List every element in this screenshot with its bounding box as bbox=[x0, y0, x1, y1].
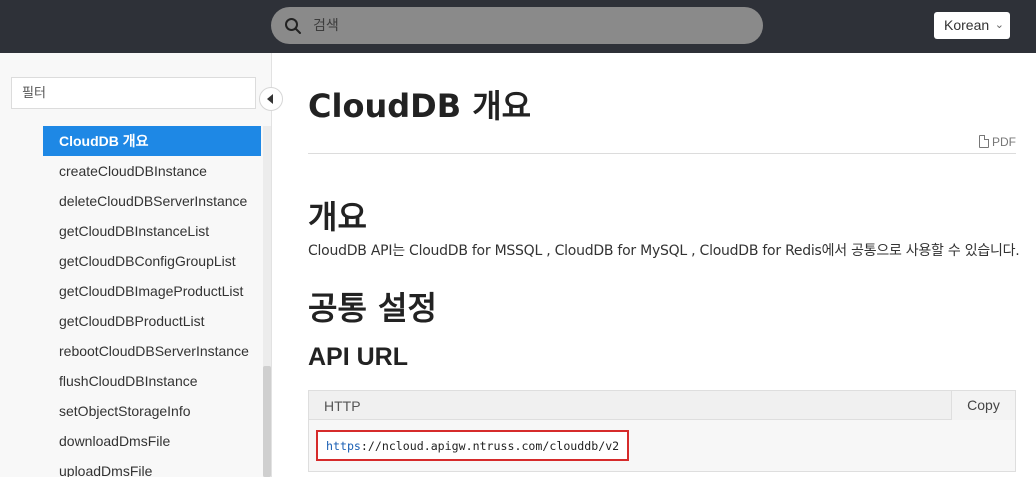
sidebar-item-get-clouddb-instance-list[interactable]: getCloudDBInstanceList bbox=[43, 216, 261, 246]
sidebar-collapse-button[interactable] bbox=[259, 87, 283, 111]
sidebar-scrollbar-thumb[interactable] bbox=[263, 366, 271, 477]
language-select-value: Korean bbox=[944, 17, 990, 33]
sidebar-item-reboot-clouddb-server-instance[interactable]: rebootCloudDBServerInstance bbox=[43, 336, 261, 366]
api-url-highlight: https://ncloud.apigw.ntruss.com/clouddb/… bbox=[316, 430, 629, 461]
page-title: CloudDB 개요 bbox=[308, 87, 532, 125]
overview-description: CloudDB API는 CloudDB for MSSQL , CloudDB… bbox=[308, 243, 1020, 259]
sidebar-item-flush-clouddb-instance[interactable]: flushCloudDBInstance bbox=[43, 366, 261, 396]
sidebar-item-create-clouddb-instance[interactable]: createCloudDBInstance bbox=[43, 156, 261, 186]
code-block-header: HTTP Copy bbox=[309, 391, 1015, 420]
sidebar-item-delete-clouddb-server-instance[interactable]: deleteCloudDBServerInstance bbox=[43, 186, 261, 216]
api-url-path: ://ncloud.apigw.ntruss.com/clouddb/v2 bbox=[360, 439, 620, 453]
common-settings-heading: 공통 설정 bbox=[308, 289, 437, 327]
api-url-text[interactable]: https://ncloud.apigw.ntruss.com/clouddb/… bbox=[326, 439, 619, 453]
api-url-scheme: https bbox=[326, 439, 361, 453]
pdf-download-link[interactable]: PDF bbox=[979, 135, 1016, 149]
code-language-label: HTTP bbox=[324, 398, 361, 414]
language-select[interactable]: Korean ⌄ bbox=[934, 12, 1010, 39]
sidebar-item-upload-dms-file[interactable]: uploadDmsFile bbox=[43, 456, 261, 477]
copy-button[interactable]: Copy bbox=[951, 391, 1015, 420]
pdf-label: PDF bbox=[992, 135, 1016, 149]
search-input[interactable] bbox=[313, 7, 743, 44]
sidebar-item-clouddb-overview[interactable]: CloudDB 개요 bbox=[43, 126, 261, 156]
sidebar-item-get-clouddb-image-product-list[interactable]: getCloudDBImageProductList bbox=[43, 276, 261, 306]
search-box[interactable] bbox=[271, 7, 763, 44]
pdf-icon bbox=[979, 135, 989, 148]
code-block: HTTP Copy https://ncloud.apigw.ntruss.co… bbox=[308, 390, 1016, 472]
sidebar: CloudDB 개요 createCloudDBInstance deleteC… bbox=[0, 53, 272, 477]
api-url-heading: API URL bbox=[308, 343, 408, 371]
sidebar-item-set-object-storage-info[interactable]: setObjectStorageInfo bbox=[43, 396, 261, 426]
search-icon bbox=[285, 18, 301, 34]
title-divider bbox=[308, 153, 1016, 154]
chevron-down-icon: ⌄ bbox=[994, 19, 1004, 31]
top-navigation-bar: Korean ⌄ bbox=[0, 0, 1036, 53]
sidebar-item-get-clouddb-product-list[interactable]: getCloudDBProductList bbox=[43, 306, 261, 336]
sidebar-nav: CloudDB 개요 createCloudDBInstance deleteC… bbox=[43, 126, 261, 477]
sidebar-item-get-clouddb-config-group-list[interactable]: getCloudDBConfigGroupList bbox=[43, 246, 261, 276]
overview-heading: 개요 bbox=[308, 198, 367, 236]
sidebar-item-download-dms-file[interactable]: downloadDmsFile bbox=[43, 426, 261, 456]
filter-input[interactable] bbox=[11, 77, 256, 109]
